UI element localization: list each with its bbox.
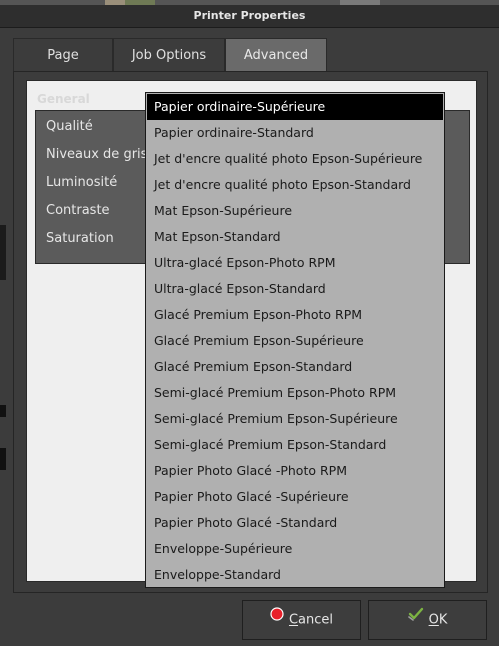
menu-item[interactable]: Ultra-glacé Epson-Photo RPM <box>147 250 443 276</box>
red-circle-icon <box>270 599 284 637</box>
setting-label-qualite: Qualité <box>46 119 93 134</box>
printer-properties-dialog: Printer Properties Page Job Options Adva… <box>0 0 499 646</box>
menu-item[interactable]: Mat Epson-Supérieure <box>147 198 443 224</box>
menu-item[interactable]: Papier ordinaire-Supérieure <box>147 94 443 120</box>
menu-item[interactable]: Papier Photo Glacé -Supérieure <box>147 484 443 510</box>
group-title-general: General <box>37 92 90 106</box>
tab-job-options[interactable]: Job Options <box>113 38 225 71</box>
ok-button[interactable]: OK <box>368 600 487 640</box>
cancel-mnemonic: C <box>288 612 299 628</box>
menu-item[interactable]: Ultra-glacé Epson-Standard <box>147 276 443 302</box>
quality-dropdown-menu[interactable]: Papier ordinaire-Supérieure Papier ordin… <box>145 92 445 588</box>
setting-label-luminosite: Luminosité <box>46 175 118 190</box>
setting-label-niveaux-de-gris: Niveaux de gris <box>46 147 148 162</box>
setting-label-contraste: Contraste <box>46 203 110 218</box>
background-edge <box>0 448 6 470</box>
menu-item[interactable]: Papier ordinaire-Standard <box>147 120 443 146</box>
window-title: Printer Properties <box>0 5 499 28</box>
check-arrow-icon <box>407 599 424 637</box>
tab-page[interactable]: Page <box>13 38 113 71</box>
menu-item[interactable]: Jet d'encre qualité photo Epson-Standard <box>147 172 443 198</box>
ok-label: K <box>438 612 448 628</box>
tab-advanced[interactable]: Advanced <box>225 38 327 71</box>
menu-item[interactable]: Papier Photo Glacé -Standard <box>147 510 443 536</box>
background-edge <box>0 225 6 280</box>
background-edge <box>0 405 6 417</box>
menu-item[interactable]: Jet d'encre qualité photo Epson-Supérieu… <box>147 146 443 172</box>
tab-bar: Page Job Options Advanced <box>13 38 488 71</box>
menu-item[interactable]: Mat Epson-Standard <box>147 224 443 250</box>
menu-item[interactable]: Enveloppe-Standard <box>147 562 443 588</box>
menu-item[interactable]: Semi-glacé Premium Epson-Supérieure <box>147 406 443 432</box>
menu-item[interactable]: Semi-glacé Premium Epson-Photo RPM <box>147 380 443 406</box>
menu-item[interactable]: Semi-glacé Premium Epson-Standard <box>147 432 443 458</box>
menu-item[interactable]: Glacé Premium Epson-Standard <box>147 354 443 380</box>
menu-item[interactable]: Glacé Premium Epson-Photo RPM <box>147 302 443 328</box>
menu-item[interactable]: Glacé Premium Epson-Supérieure <box>147 328 443 354</box>
setting-label-saturation: Saturation <box>46 231 114 246</box>
menu-item[interactable]: Enveloppe-Supérieure <box>147 536 443 562</box>
menu-item[interactable]: Papier Photo Glacé -Photo RPM <box>147 458 443 484</box>
ok-mnemonic: O <box>428 612 439 628</box>
cancel-button[interactable]: Cancel <box>242 600 361 640</box>
cancel-label: ancel <box>298 612 334 628</box>
